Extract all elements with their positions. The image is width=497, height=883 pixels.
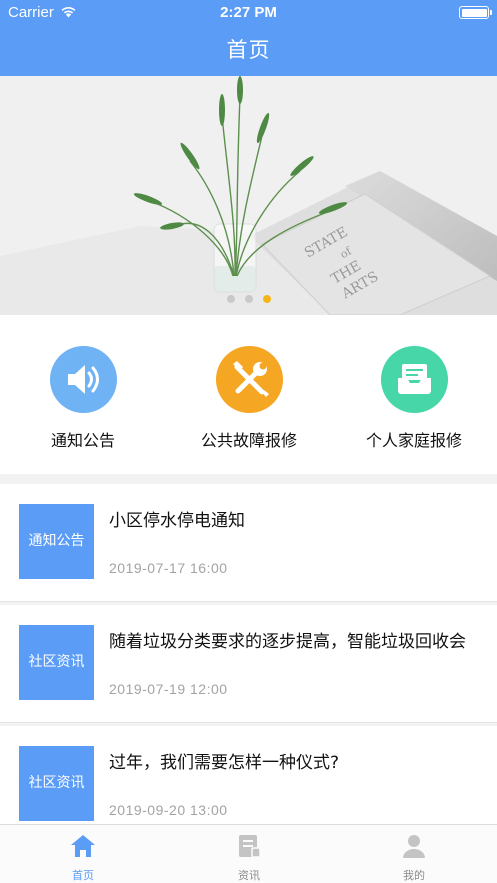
- news-category-badge: 社区资讯: [19, 746, 94, 821]
- quick-menu: 通知公告 公共故障报修 个人家庭报修: [0, 315, 497, 474]
- news-category-badge: 通知公告: [19, 504, 94, 579]
- quick-item-public-repair[interactable]: 公共故障报修: [166, 315, 332, 474]
- carousel-dot-active[interactable]: [262, 295, 271, 303]
- news-date: 2019-07-17 16:00: [109, 560, 228, 576]
- quick-item-home-repair[interactable]: 个人家庭报修: [331, 315, 497, 474]
- quick-label-public-repair: 公共故障报修: [200, 431, 297, 450]
- battery-icon: [459, 6, 492, 19]
- tab-bar: 首页 资讯 我的: [0, 824, 497, 883]
- tab-home[interactable]: 首页: [0, 825, 166, 883]
- user-icon: [403, 835, 425, 858]
- inbox-icon: [381, 346, 448, 413]
- tab-label-home: 首页: [72, 869, 94, 882]
- news-title: 随着垃圾分类要求的逐步提高，智能垃圾回收会: [109, 632, 466, 652]
- news-date: 2019-07-19 12:00: [109, 681, 228, 697]
- page-title: 首页: [226, 38, 271, 62]
- tab-label-news: 资讯: [238, 869, 260, 882]
- quick-label-notice: 通知公告: [50, 431, 115, 450]
- news-item[interactable]: 通知公告 小区停水停电通知 2019-07-17 16:00: [0, 484, 497, 602]
- home-icon: [71, 835, 95, 857]
- tab-news[interactable]: 资讯: [166, 825, 332, 883]
- carousel-indicator: [0, 288, 497, 307]
- banner-image: STATE of THE ARTS: [0, 76, 497, 315]
- header: Carrier 2:27 PM 首页: [0, 0, 497, 76]
- status-bar: Carrier 2:27 PM: [0, 0, 497, 26]
- carousel-dot[interactable]: [226, 295, 235, 303]
- tools-icon: [216, 346, 283, 413]
- news-title: 小区停水停电通知: [109, 511, 245, 531]
- tab-label-mine: 我的: [403, 869, 425, 882]
- status-time: 2:27 PM: [220, 4, 277, 21]
- news-category-badge: 社区资讯: [19, 625, 94, 700]
- speaker-icon: [50, 346, 117, 413]
- news-title: 过年，我们需要怎样一种仪式?: [109, 753, 340, 773]
- news-date: 2019-09-20 13:00: [109, 802, 228, 818]
- quick-label-home-repair: 个人家庭报修: [365, 431, 462, 450]
- quick-item-notice[interactable]: 通知公告: [0, 315, 166, 474]
- news-icon: [239, 835, 261, 858]
- carousel-dot[interactable]: [244, 295, 253, 303]
- banner-carousel[interactable]: STATE of THE ARTS: [0, 76, 497, 315]
- news-item[interactable]: 社区资讯 随着垃圾分类要求的逐步提高，智能垃圾回收会 2019-07-19 12…: [0, 605, 497, 723]
- tab-mine[interactable]: 我的: [331, 825, 497, 883]
